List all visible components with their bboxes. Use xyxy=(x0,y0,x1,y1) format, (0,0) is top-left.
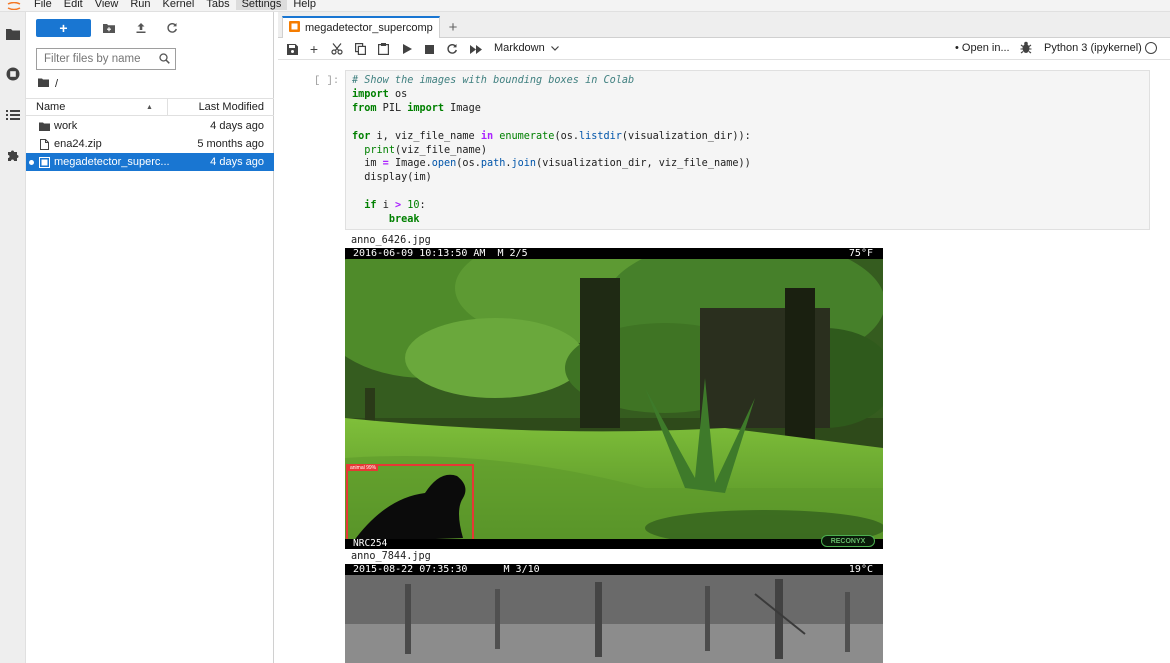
notebook-orange-icon xyxy=(289,21,300,35)
menu-edit[interactable]: Edit xyxy=(58,0,89,10)
jupyter-logo-icon xyxy=(0,0,28,12)
file-icon xyxy=(38,138,50,150)
timestamp-text: 2016-06-09 10:13:50 AM M 2/5 xyxy=(353,248,528,259)
column-name[interactable]: Name xyxy=(36,101,65,113)
stop-icon[interactable] xyxy=(421,41,437,57)
menu-run[interactable]: Run xyxy=(124,0,156,10)
timestamp-text: 2015-08-22 07:35:30 M 3/10 xyxy=(353,564,540,575)
open-in-label: Open in... xyxy=(961,42,1010,54)
restart-icon[interactable] xyxy=(444,41,460,57)
debugger-icon[interactable] xyxy=(1020,41,1032,57)
image-timestamp-1: 2016-06-09 10:13:50 AM M 2/5 75°F xyxy=(345,248,883,259)
home-folder-icon[interactable] xyxy=(38,78,49,90)
filter-files-input[interactable]: Filter files by name xyxy=(36,48,176,70)
kernel-status-icon xyxy=(1145,42,1157,54)
column-divider[interactable] xyxy=(167,99,168,116)
copy-icon[interactable] xyxy=(352,41,368,57)
extension-icon[interactable] xyxy=(5,148,21,164)
cell-prompt: [ ]: xyxy=(314,75,340,87)
file-list-header: Name ▲ Last Modified xyxy=(26,98,274,116)
output-filename-2: anno_7844.jpg xyxy=(351,551,431,562)
temperature-text: 19°C xyxy=(848,564,873,575)
new-folder-icon[interactable] xyxy=(102,21,116,35)
code-cell[interactable]: # Show the images with bounding boxes in… xyxy=(345,70,1150,230)
tab-megadetector-notebook[interactable]: megadetector_supercompu xyxy=(282,16,440,38)
breadcrumb-root[interactable]: / xyxy=(55,78,58,90)
chevron-down-icon xyxy=(550,42,559,54)
image-timestamp-2: 2015-08-22 07:35:30 M 3/10 19°C xyxy=(345,564,883,575)
tab-bar: megadetector_supercompu + xyxy=(278,12,1170,38)
menu-file[interactable]: File xyxy=(28,0,58,10)
file-modified: 4 days ago xyxy=(210,120,264,132)
file-name: work xyxy=(54,120,78,132)
menu-view[interactable]: View xyxy=(89,0,125,10)
output-filename-1: anno_6426.jpg xyxy=(351,235,431,246)
notebook-toolbar: + Markdown • Open in... Python 3 (ipyker… xyxy=(278,38,1170,60)
menu-kernel[interactable]: Kernel xyxy=(157,0,201,10)
new-launcher-button[interactable]: + xyxy=(36,19,91,37)
bullet-icon: • xyxy=(955,42,962,54)
breadcrumb: / xyxy=(38,78,58,90)
cell-type-value: Markdown xyxy=(494,42,545,54)
file-row-work[interactable]: work 4 days ago xyxy=(26,117,274,135)
filter-placeholder: Filter files by name xyxy=(44,53,141,65)
notebook-icon xyxy=(38,156,50,168)
temperature-text: 75°F xyxy=(848,248,873,259)
upload-icon[interactable] xyxy=(134,21,148,35)
folder-icon[interactable] xyxy=(5,26,21,42)
save-icon[interactable] xyxy=(284,41,300,57)
add-tab-button[interactable]: + xyxy=(444,18,462,36)
main-area: megadetector_supercompu + + Markdown • O… xyxy=(278,12,1170,663)
image-footer-1: NRC254 xyxy=(345,539,883,549)
cell-type-select[interactable]: Markdown xyxy=(494,42,559,54)
file-name: ena24.zip xyxy=(54,138,102,150)
open-in-button[interactable]: • Open in... xyxy=(955,42,1010,54)
run-icon[interactable] xyxy=(399,41,415,57)
file-modified: 5 months ago xyxy=(197,138,264,150)
sort-ascending-icon: ▲ xyxy=(146,103,153,111)
menu-help[interactable]: Help xyxy=(287,0,322,10)
menu-bar: File Edit View Run Kernel Tabs Settings … xyxy=(0,0,1170,12)
detection-label: animal 99% xyxy=(348,465,379,471)
activity-bar xyxy=(0,12,26,663)
paste-icon[interactable] xyxy=(375,41,391,57)
folder-icon xyxy=(38,120,50,132)
file-name: megadetector_superc... xyxy=(54,156,170,168)
camera-id-text: NRC254 xyxy=(353,538,388,549)
menu-tabs[interactable]: Tabs xyxy=(200,0,235,10)
reconyx-logo: RECONYX xyxy=(821,535,875,547)
cut-icon[interactable] xyxy=(329,41,345,57)
menu-settings[interactable]: Settings xyxy=(235,0,288,10)
running-icon[interactable] xyxy=(5,66,21,82)
fast-forward-icon[interactable] xyxy=(468,41,484,57)
running-indicator-icon xyxy=(29,160,34,165)
file-row-megadetector-notebook[interactable]: megadetector_superc... 4 days ago xyxy=(26,153,274,171)
insert-cell-icon[interactable]: + xyxy=(306,41,322,57)
file-row-ena24-zip[interactable]: ena24.zip 5 months ago xyxy=(26,135,274,153)
file-browser: + Filter files by name / Name ▲ Last Mod… xyxy=(26,12,274,663)
notebook-content[interactable]: [ ]: # Show the images with bounding box… xyxy=(278,60,1170,663)
detection-bounding-box: animal 99% xyxy=(346,464,474,543)
toc-icon[interactable] xyxy=(5,107,21,123)
file-modified: 4 days ago xyxy=(210,156,264,168)
search-icon xyxy=(159,53,170,67)
camera-trap-image-2: 2015-08-22 07:35:30 M 3/10 19°C xyxy=(345,564,883,663)
column-last-modified[interactable]: Last Modified xyxy=(199,101,264,113)
kernel-name[interactable]: Python 3 (ipykernel) xyxy=(1044,42,1142,54)
file-browser-toolbar: + xyxy=(26,18,274,40)
camera-trap-image-1: 2016-06-09 10:13:50 AM M 2/5 75°F animal … xyxy=(345,248,883,549)
tab-label: megadetector_supercompu xyxy=(305,22,433,34)
refresh-icon[interactable] xyxy=(165,21,179,35)
